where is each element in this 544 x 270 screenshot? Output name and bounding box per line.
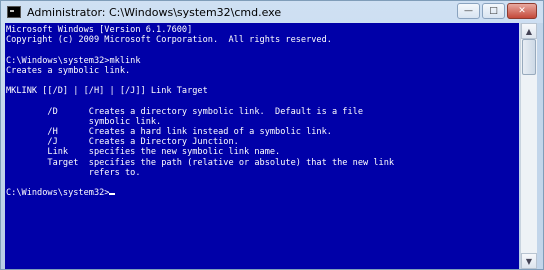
console-line: refers to.: [6, 167, 141, 178]
console-line: MKLINK [[/D] | [/H] | [/J]] Link Target: [6, 86, 208, 97]
close-button[interactable]: ✕: [507, 3, 537, 19]
scroll-up-arrow-icon[interactable]: ▲: [521, 23, 537, 39]
console-line: C:\Windows\system32>: [6, 188, 110, 199]
title-bar[interactable]: Administrator: C:\Windows\system32\cmd.e…: [1, 1, 543, 23]
cmd-app-icon[interactable]: [7, 6, 21, 18]
console-output[interactable]: Microsoft Windows [Version 6.1.7600] Cop…: [5, 23, 519, 269]
vertical-scrollbar[interactable]: ▲ ▼: [520, 23, 537, 269]
maximize-button[interactable]: □: [482, 3, 505, 19]
console-line: /J Creates a Directory Junction.: [6, 137, 239, 148]
console-line: /H Creates a hard link instead of a symb…: [6, 127, 332, 138]
text-cursor: [109, 193, 116, 196]
console-line: symbolic link.: [6, 116, 162, 127]
minimize-button[interactable]: —: [457, 3, 480, 19]
console-line: C:\Windows\system32>mklink: [6, 55, 141, 66]
cmd-window: Administrator: C:\Windows\system32\cmd.e…: [0, 0, 544, 270]
window-frame-right: [537, 23, 543, 269]
console-line: /D Creates a directory symbolic link. De…: [6, 106, 363, 117]
window-controls: — □ ✕: [457, 3, 537, 19]
console-line: Microsoft Windows [Version 6.1.7600]: [6, 25, 193, 35]
console-line: Link specifies the new symbolic link nam…: [6, 147, 281, 158]
scroll-thumb[interactable]: [522, 39, 536, 75]
console-line: Creates a symbolic link.: [6, 65, 131, 76]
scroll-down-arrow-icon[interactable]: ▼: [521, 253, 537, 269]
console-text[interactable]: Microsoft Windows [Version 6.1.7600] Cop…: [5, 23, 519, 198]
console-line: Copyright (c) 2009 Microsoft Corporation…: [6, 35, 332, 46]
console-line: Target specifies the path (relative or a…: [6, 157, 395, 168]
window-title: Administrator: C:\Windows\system32\cmd.e…: [27, 5, 282, 19]
